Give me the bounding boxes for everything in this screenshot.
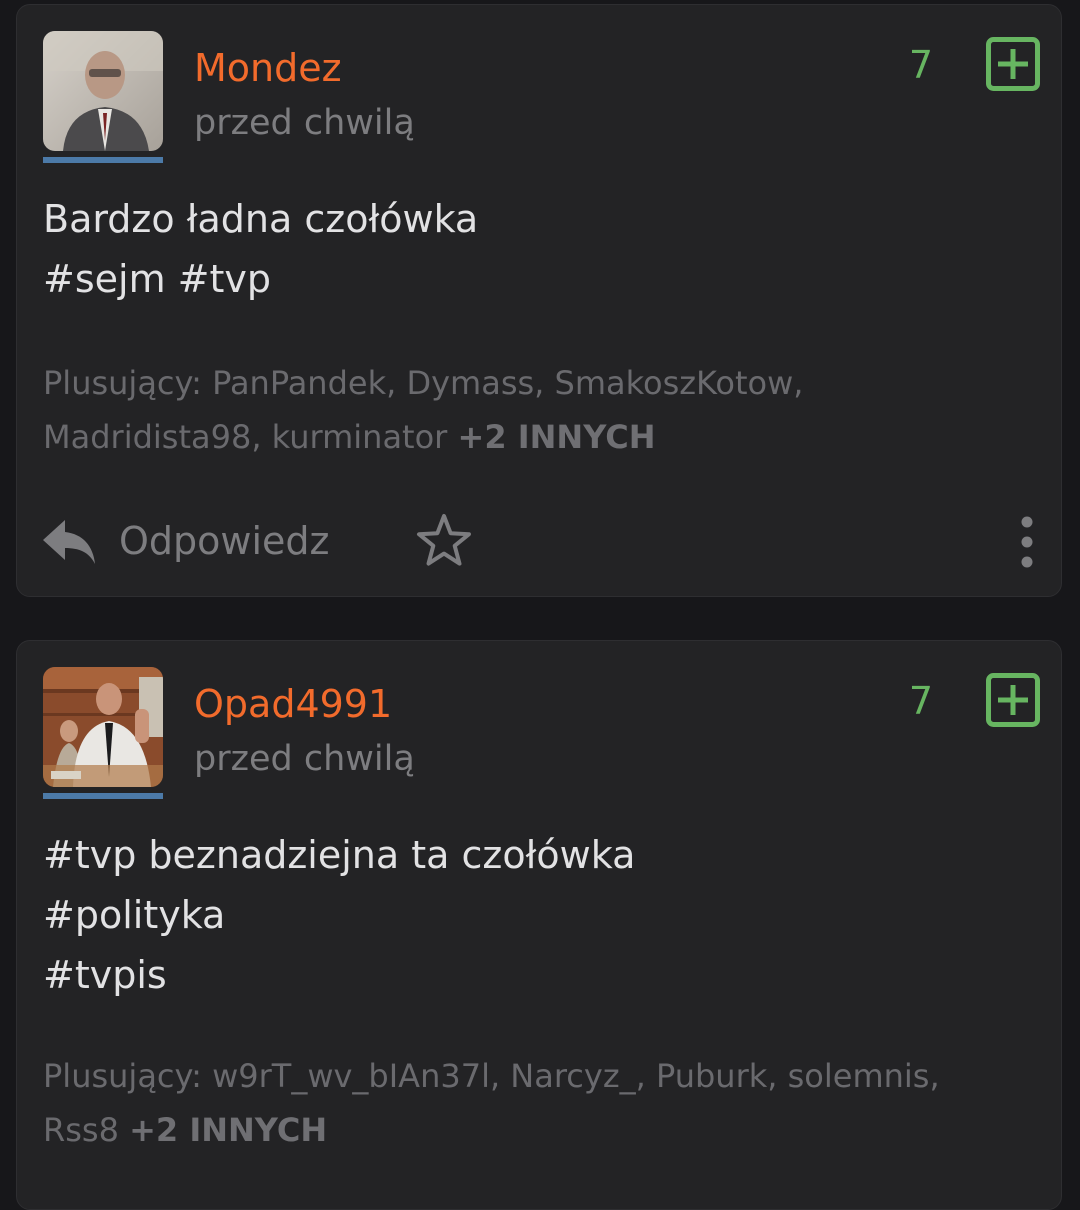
voters-names[interactable]: w9rT_wv_bIAn37l, Narcyz_, Puburk, solemn… — [212, 1057, 940, 1095]
voters-names[interactable]: PanPandek, Dymass, SmakoszKotow, — [212, 364, 803, 402]
content-line: #tvp beznadziejna ta czołówka — [43, 833, 636, 877]
username[interactable]: Opad4991 — [194, 681, 392, 727]
plus-vote-button[interactable] — [986, 673, 1040, 727]
voters-list: Plusujący: w9rT_wv_bIAn37l, Narcyz_, Pub… — [43, 1049, 1033, 1157]
timestamp[interactable]: przed chwilą — [194, 101, 415, 145]
entry-card: Opad4991 przed chwilą 7 #tvp beznadziejn… — [16, 640, 1062, 1210]
voters-more-link[interactable]: +2 INNYCH — [458, 418, 656, 456]
entry-content: #tvp beznadziejna ta czołówka #polityka … — [43, 825, 1023, 1005]
voters-label: Plusujący: — [43, 364, 202, 402]
avatar-online-indicator — [43, 157, 163, 163]
avatar-online-indicator — [43, 793, 163, 799]
plus-vote-button[interactable] — [986, 37, 1040, 91]
content-tags[interactable]: #sejm #tvp — [43, 249, 1023, 309]
timestamp[interactable]: przed chwilą — [194, 737, 415, 781]
reply-button[interactable]: Odpowiedz — [41, 511, 329, 571]
avatar[interactable] — [43, 667, 163, 787]
reply-label: Odpowiedz — [119, 519, 330, 563]
entry-card: Mondez przed chwilą 7 Bardzo ładna czołó… — [16, 4, 1062, 597]
username[interactable]: Mondez — [194, 45, 342, 91]
voters-list: Plusujący: PanPandek, Dymass, SmakoszKot… — [43, 356, 1033, 464]
voters-names[interactable]: Rss8 — [43, 1111, 119, 1149]
vote-count: 7 — [908, 43, 933, 87]
reply-arrow-icon — [43, 520, 95, 564]
avatar[interactable] — [43, 31, 163, 151]
vote-count: 7 — [908, 679, 933, 723]
voters-names[interactable]: Madridista98, kurminator — [43, 418, 447, 456]
voters-more-link[interactable]: +2 INNYCH — [129, 1111, 327, 1149]
voters-label: Plusujący: — [43, 1057, 202, 1095]
content-tags[interactable]: #polityka — [43, 885, 1023, 945]
entry-content: Bardzo ładna czołówka #sejm #tvp — [43, 189, 1023, 309]
entry-actions: Odpowiedz — [41, 511, 1041, 571]
vertical-dots-icon[interactable] — [1017, 515, 1037, 569]
content-line: Bardzo ładna czołówka — [43, 197, 479, 241]
star-outline-icon[interactable] — [415, 512, 473, 570]
content-tags[interactable]: #tvpis — [43, 945, 1023, 1005]
